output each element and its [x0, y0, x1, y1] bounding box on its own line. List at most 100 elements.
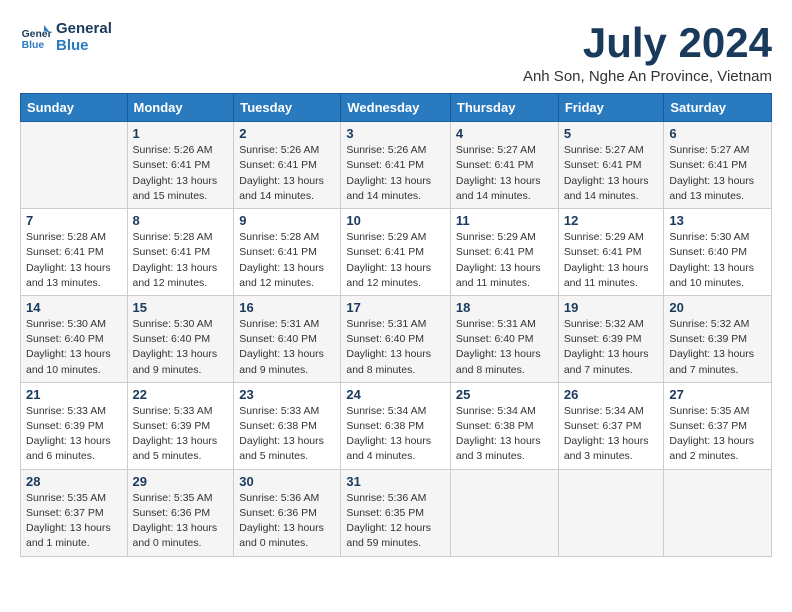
calendar-cell: 28Sunrise: 5:35 AMSunset: 6:37 PMDayligh…	[21, 469, 128, 556]
calendar-cell: 24 Sunrise: 5:34 AMSunset: 6:38 PMDayligh…	[341, 382, 451, 469]
day-number: 5	[564, 126, 659, 141]
day-info: Sunrise: 5:28 AMSunset: 6:41 PMDaylight:…	[239, 230, 335, 291]
day-number: 18	[456, 300, 553, 315]
day-info: Sunrise: 5:34 AMSunset: 6:38 PMDaylight:…	[346, 404, 445, 465]
day-number: 24	[346, 387, 445, 402]
calendar-cell	[450, 469, 558, 556]
weekday-header-monday: Monday	[127, 94, 234, 122]
day-info: Sunrise: 5:35 AMSunset: 6:36 PMDaylight:…	[133, 491, 229, 552]
calendar-cell: 27 Sunrise: 5:35 AMSunset: 6:37 PMDayligh…	[664, 382, 772, 469]
day-number: 14	[26, 300, 122, 315]
calendar-cell: 19Sunrise: 5:32 AMSunset: 6:39 PMDayligh…	[558, 295, 664, 382]
day-info: Sunrise: 5:27 AMSunset: 6:41 PMDaylight:…	[669, 143, 766, 204]
day-info: Sunrise: 5:34 AMSunset: 6:38 PMDaylight:…	[456, 404, 553, 465]
day-info: Sunrise: 5:31 AMSunset: 6:40 PMDaylight:…	[239, 317, 335, 378]
calendar-cell: 18 Sunrise: 5:31 AMSunset: 6:40 PMDayligh…	[450, 295, 558, 382]
calendar-cell: 4Sunrise: 5:27 AMSunset: 6:41 PMDaylight…	[450, 122, 558, 209]
day-info: Sunrise: 5:29 AMSunset: 6:41 PMDaylight:…	[456, 230, 553, 291]
calendar-table: SundayMondayTuesdayWednesdayThursdayFrid…	[20, 93, 772, 556]
logo: General Blue General Blue	[20, 20, 112, 54]
calendar-cell	[558, 469, 664, 556]
day-info: Sunrise: 5:35 AMSunset: 6:37 PMDaylight:…	[669, 404, 766, 465]
calendar-cell: 6 Sunrise: 5:27 AMSunset: 6:41 PMDaylight…	[664, 122, 772, 209]
calendar-cell: 20 Sunrise: 5:32 AMSunset: 6:39 PMDayligh…	[664, 295, 772, 382]
calendar-cell: 26 Sunrise: 5:34 AMSunset: 6:37 PMDayligh…	[558, 382, 664, 469]
day-info: Sunrise: 5:31 AMSunset: 6:40 PMDaylight:…	[456, 317, 553, 378]
day-info: Sunrise: 5:30 AMSunset: 6:40 PMDaylight:…	[26, 317, 122, 378]
day-info: Sunrise: 5:36 AMSunset: 6:35 PMDaylight:…	[346, 491, 445, 552]
day-info: Sunrise: 5:29 AMSunset: 6:41 PMDaylight:…	[346, 230, 445, 291]
day-info: Sunrise: 5:28 AMSunset: 6:41 PMDaylight:…	[26, 230, 122, 291]
day-info: Sunrise: 5:26 AMSunset: 6:41 PMDaylight:…	[239, 143, 335, 204]
day-number: 26	[564, 387, 659, 402]
calendar-cell: 3 Sunrise: 5:26 AMSunset: 6:41 PMDaylight…	[341, 122, 451, 209]
svg-text:Blue: Blue	[22, 40, 45, 51]
calendar-cell: 8 Sunrise: 5:28 AMSunset: 6:41 PMDaylight…	[127, 209, 234, 296]
calendar-cell: 2 Sunrise: 5:26 AMSunset: 6:41 PMDaylight…	[234, 122, 341, 209]
day-number: 31	[346, 474, 445, 489]
day-number: 6	[669, 126, 766, 141]
day-number: 16	[239, 300, 335, 315]
day-info: Sunrise: 5:30 AMSunset: 6:40 PMDaylight:…	[133, 317, 229, 378]
day-number: 21	[26, 387, 122, 402]
day-info: Sunrise: 5:34 AMSunset: 6:37 PMDaylight:…	[564, 404, 659, 465]
day-info: Sunrise: 5:36 AMSunset: 6:36 PMDaylight:…	[239, 491, 335, 552]
day-number: 8	[133, 213, 229, 228]
day-info: Sunrise: 5:26 AMSunset: 6:41 PMDaylight:…	[346, 143, 445, 204]
calendar-cell: 17 Sunrise: 5:31 AMSunset: 6:40 PMDayligh…	[341, 295, 451, 382]
day-number: 29	[133, 474, 229, 489]
day-number: 23	[239, 387, 335, 402]
calendar-cell	[664, 469, 772, 556]
calendar-cell: 13Sunrise: 5:30 AMSunset: 6:40 PMDayligh…	[664, 209, 772, 296]
calendar-cell: 30Sunrise: 5:36 AMSunset: 6:36 PMDayligh…	[234, 469, 341, 556]
title-section: July 2024 Anh Son, Nghe An Province, Vie…	[523, 20, 772, 85]
calendar-cell: 21 Sunrise: 5:33 AMSunset: 6:39 PMDayligh…	[21, 382, 128, 469]
day-number: 15	[133, 300, 229, 315]
calendar-cell: 22 Sunrise: 5:33 AMSunset: 6:39 PMDayligh…	[127, 382, 234, 469]
calendar-cell: 9 Sunrise: 5:28 AMSunset: 6:41 PMDaylight…	[234, 209, 341, 296]
calendar-cell: 15 Sunrise: 5:30 AMSunset: 6:40 PMDayligh…	[127, 295, 234, 382]
day-number: 9	[239, 213, 335, 228]
weekday-header-friday: Friday	[558, 94, 664, 122]
weekday-header-sunday: Sunday	[21, 94, 128, 122]
day-number: 20	[669, 300, 766, 315]
day-number: 17	[346, 300, 445, 315]
day-number: 3	[346, 126, 445, 141]
calendar-cell: 25 Sunrise: 5:34 AMSunset: 6:38 PMDayligh…	[450, 382, 558, 469]
location: Anh Son, Nghe An Province, Vietnam	[523, 68, 772, 85]
day-number: 22	[133, 387, 229, 402]
logo-line2: Blue	[56, 37, 112, 54]
day-number: 11	[456, 213, 553, 228]
day-number: 2	[239, 126, 335, 141]
day-number: 27	[669, 387, 766, 402]
day-number: 19	[564, 300, 659, 315]
day-info: Sunrise: 5:31 AMSunset: 6:40 PMDaylight:…	[346, 317, 445, 378]
day-info: Sunrise: 5:30 AMSunset: 6:40 PMDaylight:…	[669, 230, 766, 291]
day-info: Sunrise: 5:28 AMSunset: 6:41 PMDaylight:…	[133, 230, 229, 291]
calendar-cell: 5Sunrise: 5:27 AMSunset: 6:41 PMDaylight…	[558, 122, 664, 209]
calendar-cell: 29 Sunrise: 5:35 AMSunset: 6:36 PMDayligh…	[127, 469, 234, 556]
calendar-cell: 12 Sunrise: 5:29 AMSunset: 6:41 PMDayligh…	[558, 209, 664, 296]
day-info: Sunrise: 5:33 AMSunset: 6:39 PMDaylight:…	[26, 404, 122, 465]
day-info: Sunrise: 5:32 AMSunset: 6:39 PMDaylight:…	[669, 317, 766, 378]
day-number: 4	[456, 126, 553, 141]
calendar-cell: 14 Sunrise: 5:30 AMSunset: 6:40 PMDayligh…	[21, 295, 128, 382]
calendar-cell: 16 Sunrise: 5:31 AMSunset: 6:40 PMDayligh…	[234, 295, 341, 382]
day-number: 7	[26, 213, 122, 228]
day-info: Sunrise: 5:26 AMSunset: 6:41 PMDaylight:…	[133, 143, 229, 204]
calendar-cell: 10Sunrise: 5:29 AMSunset: 6:41 PMDayligh…	[341, 209, 451, 296]
calendar-cell: 1 Sunrise: 5:26 AMSunset: 6:41 PMDaylight…	[127, 122, 234, 209]
day-number: 25	[456, 387, 553, 402]
day-info: Sunrise: 5:33 AMSunset: 6:38 PMDaylight:…	[239, 404, 335, 465]
weekday-header-tuesday: Tuesday	[234, 94, 341, 122]
weekday-header-wednesday: Wednesday	[341, 94, 451, 122]
month-title: July 2024	[523, 20, 772, 66]
day-info: Sunrise: 5:29 AMSunset: 6:41 PMDaylight:…	[564, 230, 659, 291]
calendar-cell: 11 Sunrise: 5:29 AMSunset: 6:41 PMDayligh…	[450, 209, 558, 296]
calendar-cell	[21, 122, 128, 209]
logo-line1: General	[56, 20, 112, 37]
day-number: 12	[564, 213, 659, 228]
weekday-header-thursday: Thursday	[450, 94, 558, 122]
day-number: 1	[133, 126, 229, 141]
day-info: Sunrise: 5:33 AMSunset: 6:39 PMDaylight:…	[133, 404, 229, 465]
